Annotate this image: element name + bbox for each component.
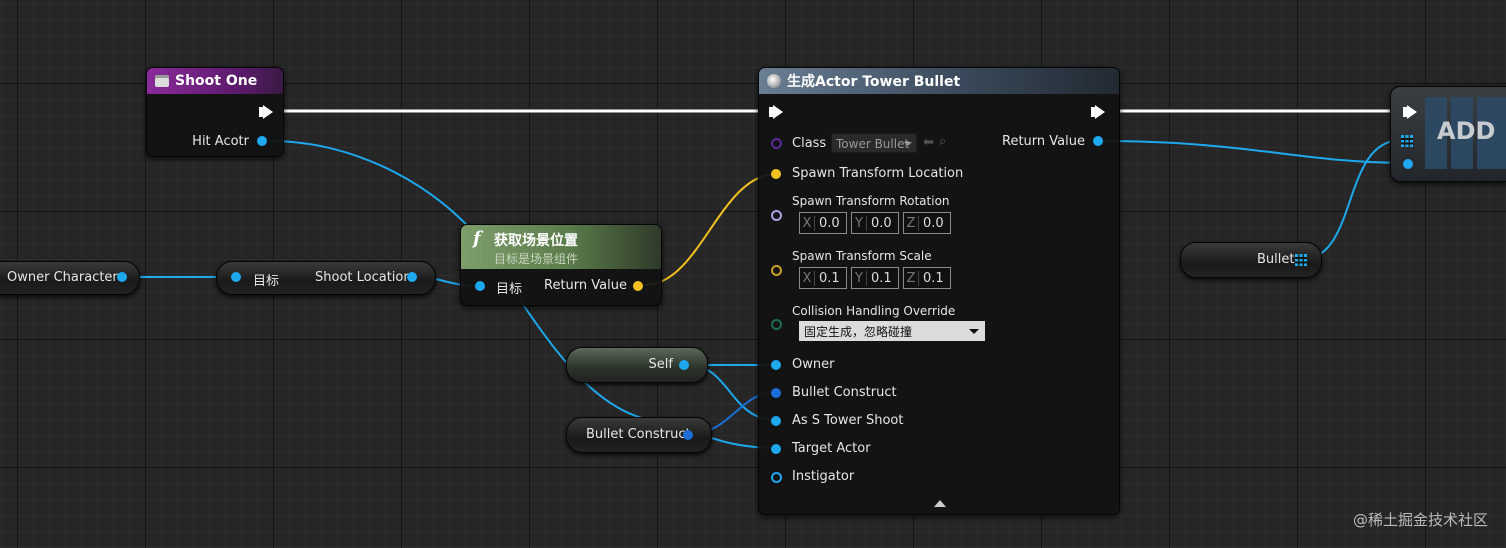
scale-x-field[interactable]: X 0.1 — [799, 267, 847, 289]
spawn-actor-node[interactable]: 生成Actor Tower Bullet Class Tower Bullet … — [758, 67, 1120, 515]
spawn-scale-pin[interactable] — [771, 265, 782, 276]
add-exec-in-pin[interactable] — [1403, 105, 1417, 119]
scale-x-value: 0.1 — [819, 270, 840, 286]
self-pin[interactable] — [679, 360, 689, 370]
collision-dropdown[interactable]: 固定生成，忽略碰撞 — [799, 321, 985, 341]
self-node[interactable]: Self — [566, 347, 708, 383]
spawn-location-label: Spawn Transform Location — [792, 166, 964, 181]
bullet-label: Bullet — [1257, 252, 1295, 267]
shoot-one-title: Shoot One — [175, 73, 258, 89]
target-actor-label: Target Actor — [792, 441, 871, 456]
scale-x-axis-label: X — [800, 270, 815, 286]
bullet-node[interactable]: Bullet — [1180, 242, 1322, 278]
instigator-label: Instigator — [792, 469, 855, 484]
as-s-tower-shoot-label: As S Tower Shoot — [792, 413, 904, 428]
spawn-location-pin[interactable] — [771, 169, 781, 179]
add-array-pin[interactable] — [1401, 135, 1413, 147]
scale-z-field[interactable]: Z 0.1 — [903, 267, 951, 289]
scale-y-field[interactable]: Y 0.1 — [851, 267, 899, 289]
get-location-node[interactable]: f 获取场景位置 目标是场景组件 目标 Return Value — [460, 224, 662, 306]
scale-y-axis-label: Y — [852, 270, 867, 286]
bullet-construct-pin[interactable] — [771, 388, 781, 398]
spawn-icon — [767, 74, 781, 88]
class-label: Class — [792, 136, 827, 151]
spawn-rotation-pin[interactable] — [771, 210, 782, 221]
hit-actor-pin[interactable] — [257, 136, 267, 146]
get-location-return-label: Return Value — [544, 278, 627, 293]
rotation-y-axis-label: Y — [852, 215, 867, 231]
add-item-pin[interactable] — [1403, 159, 1413, 169]
as-s-tower-shoot-pin[interactable] — [771, 416, 781, 426]
bullet-construct-var-pin[interactable] — [683, 430, 693, 440]
shoot-location-out-pin[interactable] — [407, 272, 417, 282]
array-grid-icon[interactable] — [1295, 254, 1307, 266]
add-label: ADD — [1437, 117, 1496, 145]
rotation-x-field[interactable]: X 0.0 — [799, 212, 847, 234]
rotation-x-value: 0.0 — [819, 215, 840, 231]
return-value-pin[interactable] — [1093, 136, 1103, 146]
bullet-construct-node[interactable]: Bullet Construct — [566, 417, 712, 453]
return-value-label: Return Value — [1002, 134, 1085, 149]
add-node[interactable]: ADD — [1390, 86, 1506, 182]
rotation-y-field[interactable]: Y 0.0 — [851, 212, 899, 234]
owner-character-label: Owner Character — [7, 270, 118, 285]
class-pin[interactable] — [771, 138, 782, 149]
owner-pin[interactable] — [771, 360, 781, 370]
rotation-z-field[interactable]: Z 0.0 — [903, 212, 951, 234]
target-actor-pin[interactable] — [771, 444, 781, 454]
spawn-exec-in-pin[interactable] — [769, 105, 783, 119]
spawn-rotation-label: Spawn Transform Rotation — [792, 194, 950, 208]
wire-return-location — [644, 173, 777, 286]
get-location-header[interactable]: f 获取场景位置 目标是场景组件 — [461, 225, 661, 269]
rotation-z-axis-label: Z — [904, 215, 919, 231]
expand-arrow-icon[interactable] — [934, 500, 946, 507]
chevron-down-icon — [904, 142, 912, 146]
instigator-pin[interactable] — [771, 472, 782, 483]
spawn-actor-header[interactable]: 生成Actor Tower Bullet — [759, 68, 1119, 94]
class-value: Tower Bullet — [836, 137, 910, 151]
shoot-location-target-pin[interactable] — [231, 272, 241, 282]
shoot-location-node[interactable]: 目标 Shoot Location — [216, 261, 436, 295]
get-location-return-pin[interactable] — [633, 281, 643, 291]
shoot-location-label: Shoot Location — [315, 270, 412, 285]
get-location-title: 获取场景位置 — [494, 233, 578, 249]
get-location-target-pin[interactable] — [475, 281, 485, 291]
get-location-target-label: 目标 — [496, 282, 523, 297]
collision-value: 固定生成，忽略碰撞 — [804, 324, 913, 339]
owner-character-node[interactable]: Owner Character — [0, 261, 140, 295]
collision-pin[interactable] — [771, 319, 782, 330]
rotation-y-value: 0.0 — [871, 215, 892, 231]
bullet-construct-var-label: Bullet Construct — [586, 427, 691, 442]
owner-label: Owner — [792, 357, 835, 372]
exec-out-pin[interactable] — [259, 105, 273, 119]
spawn-scale-label: Spawn Transform Scale — [792, 249, 932, 263]
collision-label: Collision Handling Override — [792, 304, 956, 318]
watermark: @稀土掘金技术社区 — [1352, 511, 1488, 529]
chevron-down-icon — [969, 329, 979, 334]
shoot-one-node[interactable]: Shoot One Hit Acotr — [146, 67, 284, 157]
spawn-exec-out-pin[interactable] — [1091, 105, 1105, 119]
rotation-x-axis-label: X — [800, 215, 815, 231]
scale-z-value: 0.1 — [923, 270, 944, 286]
get-location-subtitle: 目标是场景组件 — [494, 252, 579, 266]
scale-y-value: 0.1 — [871, 270, 892, 286]
shoot-location-target-label: 目标 — [253, 274, 280, 289]
wire-return-value-add — [1099, 140, 1409, 164]
browse-icon[interactable]: ⌕ — [939, 134, 946, 149]
class-dropdown[interactable]: Tower Bullet — [831, 133, 917, 153]
spawn-actor-title: 生成Actor Tower Bullet — [787, 74, 961, 90]
back-arrow-icon[interactable]: ⬅ — [923, 135, 934, 150]
function-icon: f — [473, 228, 481, 249]
bullet-construct-label: Bullet Construct — [792, 385, 897, 400]
wire-hit-actor — [269, 140, 481, 241]
shoot-one-header[interactable]: Shoot One — [147, 68, 283, 94]
scale-z-axis-label: Z — [904, 270, 919, 286]
event-icon — [155, 75, 169, 87]
hit-actor-label: Hit Acotr — [192, 134, 249, 149]
rotation-z-value: 0.0 — [923, 215, 944, 231]
owner-character-pin[interactable] — [117, 272, 127, 282]
self-label: Self — [648, 357, 673, 372]
